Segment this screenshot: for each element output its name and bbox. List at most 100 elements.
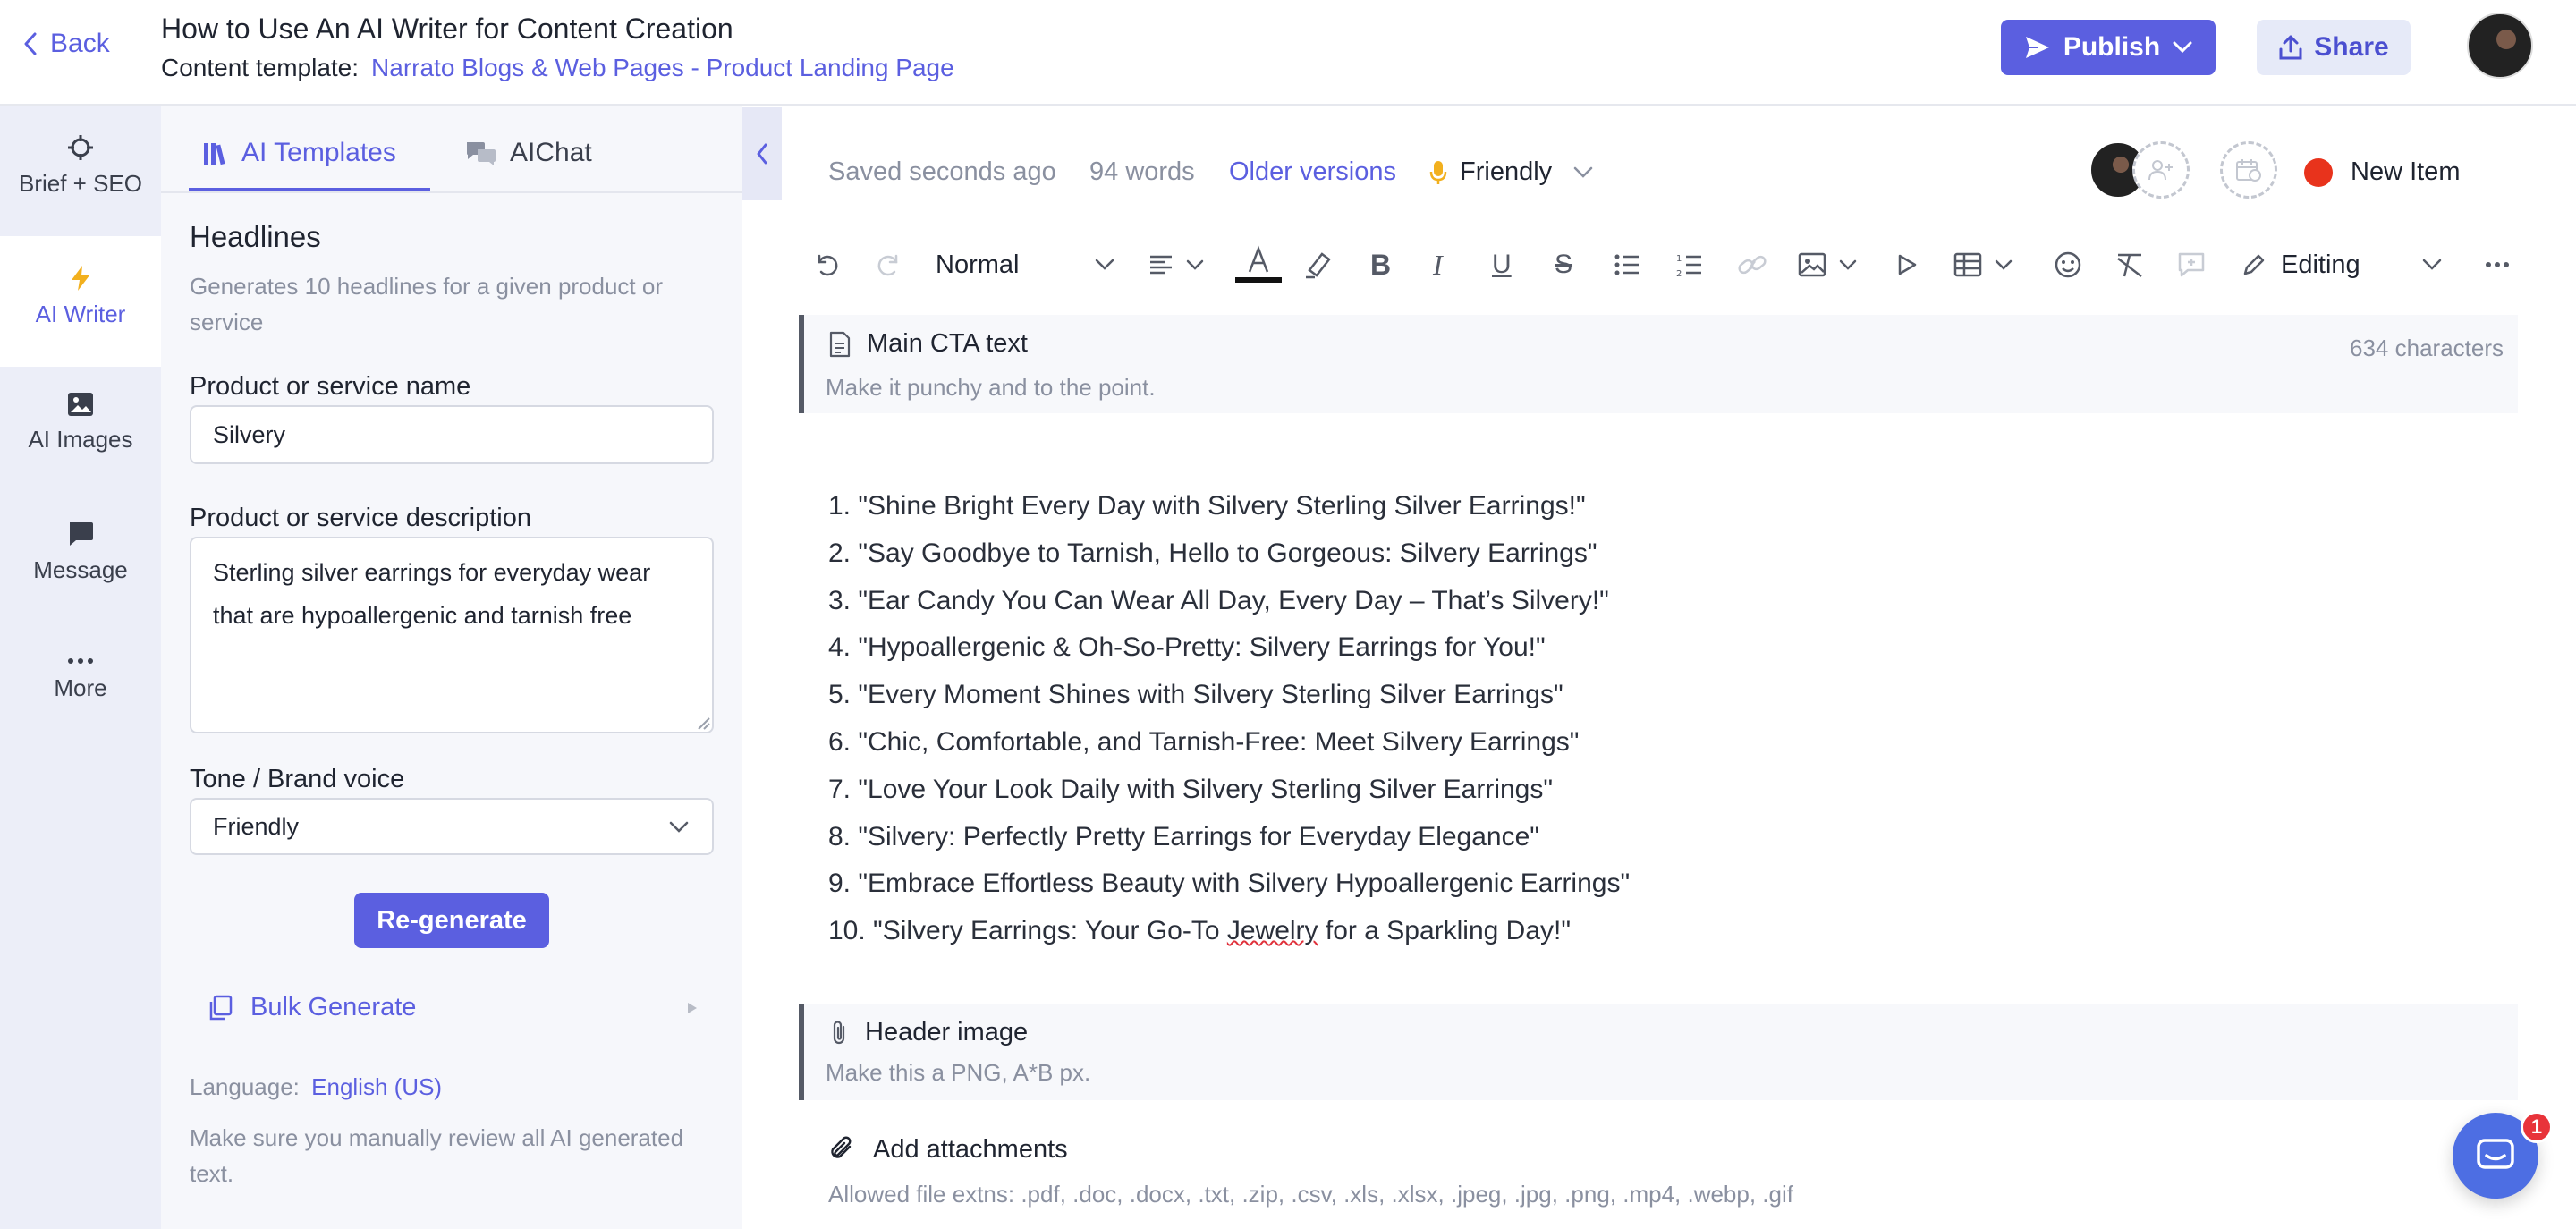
status-badge[interactable]: New Item [2304,157,2460,187]
tab-ai-templates[interactable]: AI Templates [202,138,396,168]
play-icon [1896,253,1918,276]
rail-item-message[interactable]: Message [0,521,161,584]
list-item[interactable]: 6. "Chic, Comfortable, and Tarnish-Free:… [828,719,1630,767]
tone-dropdown[interactable]: Friendly [1429,157,1593,187]
numbered-list-button[interactable]: 12 [1676,247,1703,283]
resize-handle-icon[interactable] [696,716,710,730]
bulk-generate-row[interactable]: Bulk Generate [208,993,698,1022]
more-icon [67,657,94,665]
comment-add-icon [2177,251,2206,278]
caret-right-icon [687,1002,698,1014]
list-item[interactable]: 1. "Shine Bright Every Day with Silvery … [828,483,1630,530]
list-item[interactable]: 10. "Silvery Earrings: Your Go-To Jewelr… [828,908,1630,955]
list-item[interactable]: 8. "Silvery: Perfectly Pretty Earrings f… [828,814,1630,861]
tab-label: AI Templates [242,138,396,167]
rail-item-label: Message [33,556,128,583]
chevron-left-icon [756,143,768,165]
chevron-down-icon [669,821,689,834]
tone-value: Friendly [1460,157,1553,186]
rail-item-label: AI Images [28,426,133,453]
tab-aichat[interactable]: AIChat [465,138,592,168]
rail-item-label: AI Writer [35,301,126,327]
cta-block[interactable]: Main CTA text Make it punchy and to the … [799,315,2518,413]
list-item[interactable]: 2. "Say Goodbye to Tarnish, Hello to Gor… [828,530,1630,578]
link-button[interactable] [1737,247,1767,283]
user-avatar[interactable] [2467,13,2533,79]
bold-button[interactable]: B [1370,247,1391,283]
rail-item-more[interactable]: More [0,657,161,702]
table-icon [1953,252,1982,277]
product-description-textarea[interactable]: Sterling silver earrings for everyday we… [190,537,714,733]
insert-image-button[interactable] [1798,247,1857,283]
text-color-button[interactable] [1234,245,1283,284]
add-attachments-label: Add attachments [873,1134,1068,1164]
due-date-button[interactable] [2220,141,2277,199]
headline-10-end: for a Sparkling Day!" [1318,916,1571,946]
cta-block-hint: Make it punchy and to the point. [826,374,1156,401]
allowed-extensions-hint: Allowed file extns: .pdf, .doc, .docx, .… [828,1181,1793,1208]
add-collaborator-button[interactable] [2132,141,2190,199]
chevron-down-icon [1995,259,2012,270]
template-description: Generates 10 headlines for a given produ… [190,273,664,335]
insert-table-button[interactable] [1953,247,2012,283]
tone-select[interactable]: Friendly [190,798,714,855]
comment-button[interactable] [2177,247,2206,283]
collapse-panel-button[interactable] [742,107,782,200]
panel-tabs: AI Templates AIChat [161,106,742,193]
list-item[interactable]: 7. "Love Your Look Daily with Silvery St… [828,767,1630,814]
rail-item-ai-writer[interactable]: AI Writer [0,236,161,367]
document-title[interactable]: How to Use An AI Writer for Content Crea… [161,13,733,46]
generated-headlines-list[interactable]: 1. "Shine Bright Every Day with Silvery … [828,483,1630,955]
toolbar-more-button[interactable] [2485,247,2510,283]
redo-button[interactable] [875,247,903,283]
content-template-link[interactable]: Narrato Blogs & Web Pages - Product Land… [371,54,954,81]
paragraph-style-value: Normal [936,250,1020,279]
emoji-button[interactable] [2054,247,2082,283]
crosshair-icon [67,134,94,161]
list-item[interactable]: 5. "Every Moment Shines with Silvery Ste… [828,672,1630,719]
bulk-generate-label: Bulk Generate [250,993,417,1021]
publish-button[interactable]: Publish [2001,20,2216,75]
regenerate-button[interactable]: Re-generate [354,893,549,948]
rail-item-ai-images[interactable]: AI Images [0,392,161,453]
back-button[interactable]: Back [23,29,110,59]
cta-block-title: Main CTA text [867,329,1028,358]
image-icon [1798,252,1826,277]
chevron-down-icon [1095,259,1114,271]
language-link[interactable]: English (US) [311,1073,442,1100]
header-image-title-row: Header image [829,1018,1028,1047]
underline-button[interactable]: U [1492,247,1512,283]
bold-icon: B [1370,248,1392,281]
strikethrough-button[interactable]: S [1555,247,1572,283]
product-description-label: Product or service description [190,504,531,532]
numbered-list-icon: 12 [1676,252,1703,277]
list-item[interactable]: 4. "Hypoallergenic & Oh-So-Pretty: Silve… [828,624,1630,672]
header-image-hint: Make this a PNG, A*B px. [826,1059,1091,1086]
bullet-list-icon [1614,253,1640,276]
text-color-icon [1234,245,1283,284]
chevron-down-icon [1186,259,1204,270]
align-button[interactable] [1148,247,1204,283]
older-versions-link[interactable]: Older versions [1229,157,1396,187]
rail-item-label: More [54,674,107,701]
paragraph-style-select[interactable]: Normal [936,247,1114,283]
undo-button[interactable] [812,247,841,283]
list-item[interactable]: 3. "Ear Candy You Can Wear All Day, Ever… [828,578,1630,625]
product-name-input[interactable]: Silvery [190,405,714,464]
calendar-clock-icon [2235,157,2262,182]
rail-item-brief-seo[interactable]: Brief + SEO [0,134,161,198]
highlighter-icon [1302,250,1333,279]
spellcheck-flagged-word[interactable]: Jewelry [1227,916,1318,945]
header-image-block[interactable]: Header image Make this a PNG, A*B px. [799,1004,2518,1100]
insert-media-button[interactable] [1896,247,1918,283]
add-attachments-button[interactable]: Add attachments [826,1134,1068,1165]
share-button[interactable]: Share [2257,20,2411,75]
link-icon [1737,254,1767,275]
italic-button[interactable]: I [1433,247,1443,283]
highlight-button[interactable] [1302,247,1333,283]
list-item[interactable]: 9. "Embrace Effortless Beauty with Silve… [828,860,1630,908]
clear-format-button[interactable] [2114,247,2147,283]
bullet-list-button[interactable] [1614,247,1640,283]
editing-mode-select[interactable]: Editing [2241,247,2442,283]
notification-badge: 1 [2521,1111,2553,1143]
